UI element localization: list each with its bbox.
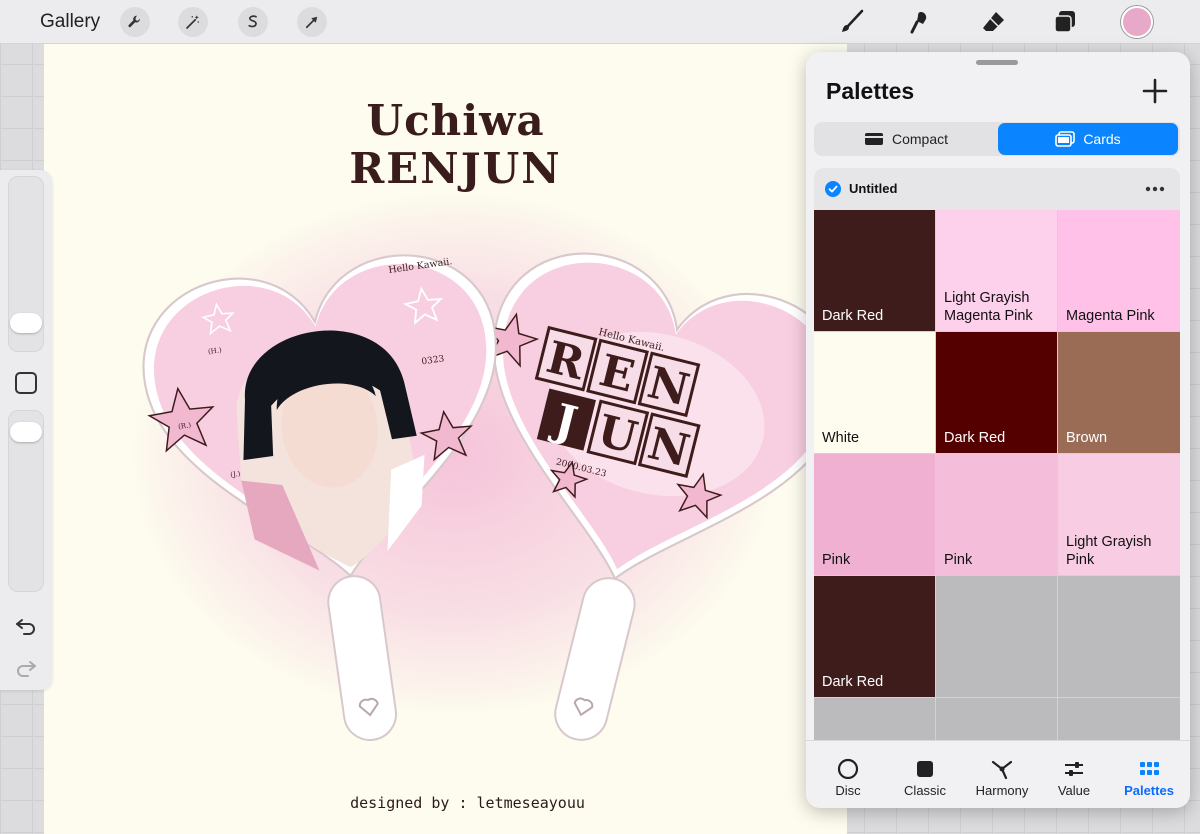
transform-arrow-icon[interactable] [297,7,327,37]
cards-view-tab[interactable]: Cards [998,123,1178,155]
tab-classic-label: Classic [904,783,946,798]
color-swatch[interactable]: Dark Red [814,576,935,697]
opacity-thumb[interactable] [10,422,42,442]
left-sidebar [0,170,52,690]
color-swatch[interactable] [814,698,935,740]
color-swatch[interactable]: Pink [936,454,1057,575]
compact-view-tab[interactable]: Compact [816,123,996,155]
color-swatch[interactable] [1058,698,1180,740]
fan-illustration: Hello Kawaii. R E N J U N 2000.03.23 Hel… [131,232,847,741]
swatch-name: Light Grayish Pink [1066,534,1152,568]
brush-icon[interactable] [836,6,868,38]
swatch-name: Light Grayish Magenta Pink [944,290,1033,324]
layers-icon[interactable] [1049,6,1081,38]
undo-icon[interactable] [14,614,38,638]
swatch-name: Brown [1066,430,1108,446]
tab-palettes-label: Palettes [1124,783,1174,798]
compact-card-icon [864,133,883,145]
gallery-button[interactable]: Gallery [40,11,100,33]
left-fan: Hello Kawaii. 0323 (H.) (R.) (J.) [131,242,527,741]
classic-square-icon [917,761,933,777]
color-swatch[interactable]: Brown [1058,332,1180,453]
color-swatch[interactable]: Pink [814,454,935,575]
swatch-name: White [822,430,860,446]
tab-value[interactable]: Value [1036,741,1112,808]
initial-j: (J.) [230,470,241,479]
palettes-grid-icon [1140,762,1159,775]
default-palette-check-icon[interactable] [825,181,841,197]
color-swatch[interactable]: Magenta Pink [1058,210,1180,331]
cards-stack-icon [1055,131,1076,147]
color-swatch[interactable] [936,576,1057,697]
swatch-name: Magenta Pink [1066,308,1155,324]
palette-card-header[interactable]: Untitled [814,168,1180,210]
tab-disc[interactable]: Disc [810,741,886,808]
color-palettes-panel: Palettes Compact Cards Untitled Dark Red… [806,52,1190,808]
brush-size-thumb[interactable] [10,313,42,333]
harmony-icon [991,760,1013,780]
tab-harmony-label: Harmony [975,783,1029,798]
color-swatch[interactable] [936,698,1057,740]
smudge-icon[interactable] [905,6,937,38]
current-color-button[interactable] [1121,6,1153,38]
artwork-canvas[interactable]: Uchiwa RENJUN Hello Kawaii. R E N J U N … [44,44,847,834]
swatch-name: Dark Red [822,674,884,690]
top-toolbar: Gallery [0,0,1200,44]
disc-icon [837,758,859,780]
swatch-name: Dark Red [944,430,1006,446]
color-swatch[interactable]: Light Grayish Magenta Pink [936,210,1057,331]
cards-label: Cards [1083,131,1121,147]
actions-wrench-icon[interactable] [120,7,150,37]
add-palette-plus-icon[interactable] [1140,76,1170,106]
value-sliders-icon [1065,762,1083,776]
eraser-icon[interactable] [978,6,1010,38]
swatch-name: Pink [944,552,973,568]
view-mode-segmented-control: Compact Cards [814,122,1180,156]
panel-grabber[interactable] [976,60,1018,65]
adjustments-magic-wand-icon[interactable] [178,7,208,37]
color-swatch[interactable] [1058,576,1180,697]
modify-button[interactable] [15,372,37,394]
more-options-ellipsis-icon[interactable] [1144,183,1166,195]
tab-palettes[interactable]: Palettes [1111,741,1187,808]
tab-value-label: Value [1057,783,1091,798]
swatch-name: Pink [822,552,851,568]
color-swatch[interactable]: Dark Red [814,210,935,331]
redo-icon[interactable] [14,656,38,680]
color-swatch[interactable]: White [814,332,935,453]
selection-icon[interactable] [238,7,268,37]
tab-harmony[interactable]: Harmony [964,741,1040,808]
tab-classic[interactable]: Classic [887,741,963,808]
color-swatch[interactable]: Light Grayish Pink [1058,454,1180,575]
swatch-name: Dark Red [822,308,884,324]
panel-title: Palettes [826,78,915,104]
designer-credit: designed by : letmeseayouu [350,794,585,812]
palette-name[interactable]: Untitled [849,181,897,196]
tab-disc-label: Disc [835,783,861,798]
color-swatch[interactable]: Dark Red [936,332,1057,453]
palette-swatch-grid: Dark Red Light Grayish Magenta Pink Magent… [814,210,1180,740]
compact-label: Compact [891,131,949,147]
color-mode-tab-bar: Disc Classic Harmony Value Palettes [806,740,1190,808]
